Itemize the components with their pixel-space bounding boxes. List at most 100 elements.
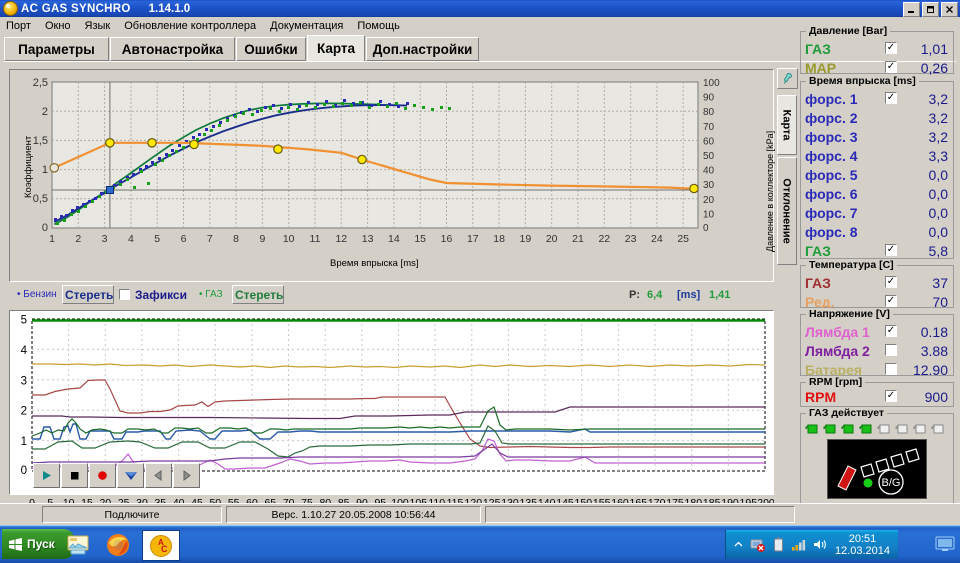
taskbar-item-ac-app[interactable]: A C — [142, 530, 180, 561]
tab-parameters[interactable]: Параметры — [4, 37, 109, 61]
row-injector-3: форс. 3 3,2 — [801, 127, 953, 146]
checkbox-temperature-reducer[interactable]: ✓ — [885, 295, 897, 307]
injector-indicator-5-icon — [877, 424, 890, 434]
fix-checkbox[interactable] — [119, 289, 130, 300]
p-prefix: P: — [629, 289, 640, 301]
volume-icon[interactable] — [813, 538, 828, 551]
row-injector-6: форс. 6 0,0 — [801, 184, 953, 203]
checkbox-temperature-gas[interactable]: ✓ — [885, 276, 897, 288]
legend-petrol: • Бензин — [17, 289, 57, 300]
battery-icon[interactable] — [773, 537, 784, 552]
stop-button[interactable] — [61, 463, 88, 488]
svg-text:5: 5 — [154, 233, 160, 245]
svg-text:2: 2 — [42, 106, 48, 118]
svg-text:14: 14 — [388, 233, 400, 245]
svg-text:13: 13 — [362, 233, 374, 245]
tab-errors[interactable]: Ошибки — [236, 37, 306, 61]
menu-item-firmware-update[interactable]: Обновление контроллера — [124, 20, 256, 32]
injector-indicator-8-icon — [931, 424, 944, 434]
taskbar: Пуск A C RU — [0, 525, 960, 563]
record-button[interactable] — [89, 463, 116, 488]
checkbox-pressure-gas[interactable]: ✓ — [885, 42, 897, 54]
playback-controls — [33, 463, 200, 488]
label-injector-5: форс. 5 — [805, 166, 858, 183]
signal-icon[interactable] — [791, 538, 806, 551]
svg-text:15: 15 — [414, 233, 426, 245]
map-chart[interactable]: 2,5 2 1,5 1 0,5 0 1009080 706050 403020 … — [10, 70, 773, 281]
checkbox-lambda-2[interactable] — [885, 344, 897, 356]
start-button-label: Пуск — [27, 537, 55, 551]
label-injector-7: форс. 7 — [805, 204, 858, 221]
svg-text:0,5: 0,5 — [33, 193, 48, 205]
group-voltage-title: Напряжение [V] — [806, 308, 893, 320]
clear-petrol-button[interactable]: Стереть — [62, 285, 114, 304]
side-tab-strip: Карта Отклонение — [777, 69, 799, 299]
label-pressure-map: МАР — [805, 59, 837, 76]
svg-text:0: 0 — [42, 222, 48, 234]
taskbar-item-firefox[interactable] — [100, 530, 136, 559]
window-version: 1.14.1.0 — [148, 2, 191, 15]
prev-button[interactable] — [145, 463, 172, 488]
window-title: AC GAS SYNCHRO — [21, 2, 131, 15]
menu-item-window[interactable]: Окно — [45, 20, 71, 32]
svg-text:20: 20 — [703, 195, 715, 206]
svg-text:2: 2 — [75, 233, 81, 245]
group-pressure: Давление [Bar] ГАЗ ✓ 1,01 МАР ✓ 0,26 — [800, 25, 954, 76]
group-gas-active: ГАЗ действует B/G — [800, 407, 954, 517]
value-injector-7: 0,0 — [928, 204, 948, 221]
clear-gas-button[interactable]: Стереть — [232, 285, 284, 304]
svg-text:25: 25 — [677, 233, 689, 245]
ac-app-icon: A C — [150, 534, 172, 557]
svg-text:90: 90 — [703, 93, 715, 104]
play-button[interactable] — [33, 463, 60, 488]
injector-indicator-1-icon — [805, 424, 818, 434]
menu-item-port[interactable]: Порт — [6, 20, 31, 32]
explorer-icon — [67, 535, 89, 554]
download-button[interactable] — [117, 463, 144, 488]
chevron-up-icon[interactable] — [734, 540, 743, 549]
taskbar-clock[interactable]: 20:51 12.03.2014 — [835, 533, 890, 557]
taskbar-item-explorer[interactable] — [60, 530, 96, 559]
application-window: AC GAS SYNCHRO 1.14.1.0 Порт Окно Язык О… — [0, 0, 960, 563]
minimize-button[interactable] — [903, 2, 920, 17]
checkbox-lambda-1[interactable]: ✓ — [885, 325, 897, 337]
value-lambda-2: 3.88 — [920, 342, 948, 359]
svg-text:12: 12 — [335, 233, 347, 245]
tab-map[interactable]: Карта — [307, 35, 365, 62]
fuel-level-gauge[interactable]: B/G — [827, 439, 927, 499]
tab-autotune[interactable]: Автонастройка — [110, 37, 235, 61]
checkbox-pressure-map[interactable]: ✓ — [885, 61, 897, 73]
close-button[interactable] — [941, 2, 958, 17]
checkbox-battery[interactable] — [885, 363, 897, 375]
checkbox-rpm[interactable]: ✓ — [885, 390, 897, 402]
side-tab-deviation[interactable]: Отклонение — [777, 157, 797, 265]
chart-y-axis-label: Коэффициент — [23, 135, 34, 198]
value-injector-8: 0,0 — [928, 223, 948, 240]
status-version: Верс. 1.10.27 20.05.2008 10:56:44 — [226, 506, 481, 523]
tab-extra-settings[interactable]: Доп.настройки — [366, 37, 479, 61]
network-error-icon[interactable] — [750, 538, 766, 552]
svg-text:10: 10 — [703, 209, 715, 220]
p-unit: [ms] — [677, 289, 701, 301]
menu-item-documentation[interactable]: Документация — [270, 20, 343, 32]
row-lambda-1: Лямбда 1 ✓ 0.18 — [801, 322, 953, 341]
checkbox-injection-gas[interactable]: ✓ — [885, 244, 897, 256]
svg-text:B/G: B/G — [882, 477, 901, 489]
svg-text:4: 4 — [21, 345, 28, 357]
checkbox-injector-1[interactable]: ✓ — [885, 92, 897, 104]
legend-gas-label: ГАЗ — [205, 289, 223, 300]
side-tab-map[interactable]: Карта — [777, 95, 797, 155]
value-injector-4: 3,3 — [928, 147, 948, 164]
svg-text:5: 5 — [21, 315, 27, 327]
show-desktop-icon[interactable] — [934, 533, 956, 555]
next-button[interactable] — [173, 463, 200, 488]
row-injector-1: форс. 1 ✓ 3,2 — [801, 89, 953, 108]
svg-text:1: 1 — [21, 436, 27, 448]
title-bar: AC GAS SYNCHRO 1.14.1.0 — [0, 0, 960, 17]
maximize-button[interactable] — [922, 2, 939, 17]
svg-text:0: 0 — [703, 223, 709, 234]
menu-item-language[interactable]: Язык — [85, 20, 111, 32]
label-pressure-gas: ГАЗ — [805, 40, 831, 57]
side-tab-map-label: Карта — [781, 109, 794, 141]
menu-item-help[interactable]: Помощь — [357, 20, 400, 32]
